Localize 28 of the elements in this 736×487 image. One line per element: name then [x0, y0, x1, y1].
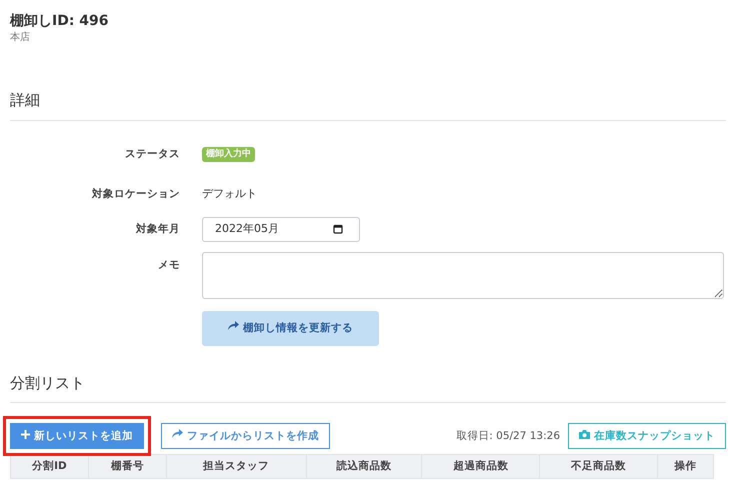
- share-arrow-icon: [228, 320, 239, 331]
- column-header: 操作: [658, 454, 714, 479]
- column-header: 分割ID: [10, 454, 88, 479]
- column-header: 超過商品数: [422, 454, 540, 479]
- file-import-button[interactable]: ファイルからリストを作成: [161, 423, 330, 450]
- calendar-icon: [333, 224, 343, 234]
- field-label: 対象ロケーション: [90, 186, 180, 202]
- field-label: 対象年月: [134, 222, 180, 237]
- field-label: ステータス: [124, 146, 180, 162]
- column-header: 担当スタッフ: [166, 454, 306, 479]
- section-heading: 詳細: [10, 89, 726, 121]
- section-heading: 分割リスト: [10, 372, 726, 404]
- share-arrow-icon: [172, 428, 183, 439]
- plus-icon: [21, 430, 30, 439]
- column-header: 棚番号: [88, 454, 166, 479]
- page-title: 棚卸しID: 496: [10, 12, 110, 30]
- camera-icon: [579, 430, 590, 439]
- memo-field[interactable]: [202, 252, 724, 299]
- column-header: 読込商品数: [306, 454, 422, 479]
- add-list-button[interactable]: 新しいリストを追加: [10, 423, 144, 450]
- store-name: 本店: [10, 30, 31, 46]
- location-value: デフォルト: [202, 186, 257, 202]
- column-header: 不足商品数: [540, 454, 658, 479]
- month-field[interactable]: 2022年05月: [202, 216, 360, 242]
- snapshot-button[interactable]: 在庫数スナップショット: [568, 423, 726, 450]
- fetched-date: 取得日: 05/27 13:26: [456, 428, 560, 444]
- field-label: メモ: [157, 258, 180, 273]
- status-badge: 棚卸入力中: [202, 146, 255, 162]
